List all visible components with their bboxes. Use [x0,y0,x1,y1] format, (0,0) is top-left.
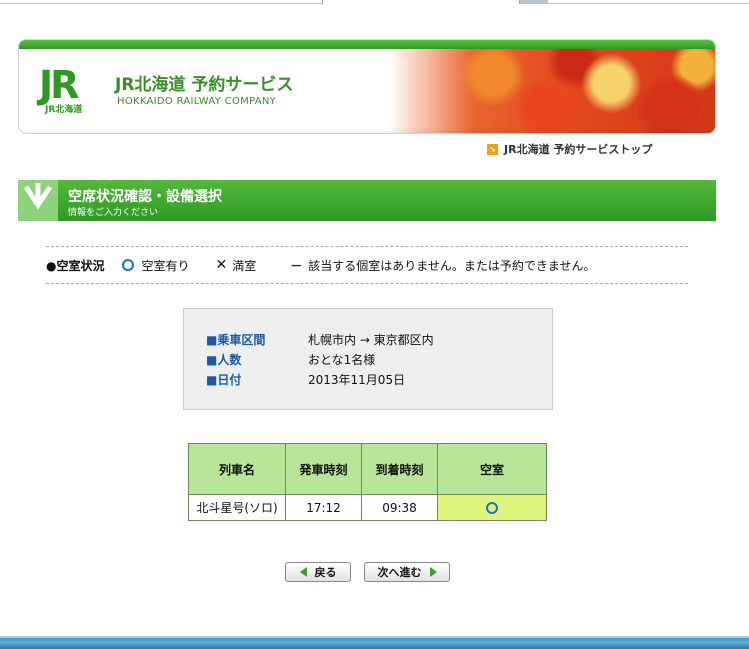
available-circle-icon [122,259,135,271]
people-label: ■人数 [206,353,242,367]
jr-logo[interactable]: JR JR北海道 [39,63,101,115]
train-name: 北斗星号(ソロ) [188,494,286,521]
legend-full: 満室 [232,258,257,273]
table-row: 北斗星号(ソロ) 17:12 09:38 [188,494,547,521]
people-row: ■人数 おとな1名様 [206,351,375,368]
browser-tab-edge [520,0,548,4]
service-top-link-label: JR北海道 予約サービストップ [504,143,653,156]
legend-label: ●空室状況 [46,258,105,273]
back-button-label: 戻る [314,566,337,579]
header-shade [19,127,715,133]
browser-tab[interactable] [322,0,520,4]
brand-subtitle: HOKKAIDO RAILWAY COMPANY [117,96,277,107]
top-edge-line-right [548,3,749,4]
browser-top-edge [0,0,749,4]
section-title: 空席状況確認・設備選択 [68,189,222,205]
right-arrow-icon [429,567,437,577]
left-arrow-icon [299,567,307,577]
site-header: JR JR北海道 JR北海道 予約サービス HOKKAIDO RAILWAY C… [18,39,716,134]
autumn-leaves-banner [345,49,715,133]
none-dash-icon: － [290,258,303,273]
window-bottom-bar [0,636,749,649]
back-button[interactable]: 戻る [285,562,351,582]
down-arrow-icon [18,180,58,221]
reservation-summary: ■乗車区間 札幌市内 → 東京都区内 ■人数 おとな1名様 ■日付 2013年1… [183,308,553,410]
route-label: ■乗車区間 [206,333,266,347]
full-cross-icon: ✕ [215,257,228,273]
col-header-arrive: 到着時刻 [361,443,438,495]
header-green-stripe [19,40,715,49]
date-value: 2013年11月05日 [308,373,406,387]
route-value: 札幌市内 → 東京都区内 [308,333,434,347]
section-subtitle: 情報をご入力ください [68,208,159,218]
next-button[interactable]: 次へ進む [364,562,450,582]
availability-cell[interactable] [437,494,547,521]
availability-legend: ●空室状況 空室有り ✕ 満室 － 該当する個室はありません。または予約できませ… [46,257,596,273]
section-header: 空席状況確認・設備選択 情報をご入力ください [18,180,716,221]
depart-time: 17:12 [285,494,362,521]
date-row: ■日付 2013年11月05日 [206,371,405,388]
next-button-label: 次へ進む [377,566,422,579]
route-row: ■乗車区間 札幌市内 → 東京都区内 [206,331,434,348]
available-circle-icon[interactable] [486,502,498,514]
legend-divider-bottom [46,283,688,284]
top-edge-line [0,3,322,4]
people-value: おとな1名様 [308,353,376,367]
legend-none: 該当する個室はありません。または予約できません。 [308,258,596,273]
bottom-bar-highlight [0,636,749,638]
arrive-time: 09:38 [361,494,438,521]
link-arrow-icon: ↘ [487,143,498,155]
date-label: ■日付 [206,373,242,387]
service-top-link[interactable]: ↘ JR北海道 予約サービストップ [487,141,652,157]
jr-logo-sub: JR北海道 [45,105,83,115]
availability-table: 列車名 発車時刻 到着時刻 空室 北斗星号(ソロ) 17:12 09:38 [188,443,547,521]
legend-divider-top [46,246,688,247]
col-header-availability: 空室 [437,443,547,495]
legend-available: 空室有り [141,258,190,273]
table-header-row: 列車名 発車時刻 到着時刻 空室 [188,443,547,495]
jr-logo-mark: JR [39,63,79,107]
col-header-depart: 発車時刻 [285,443,362,495]
brand-title: JR北海道 予約サービス [115,75,294,95]
col-header-train: 列車名 [188,443,286,495]
